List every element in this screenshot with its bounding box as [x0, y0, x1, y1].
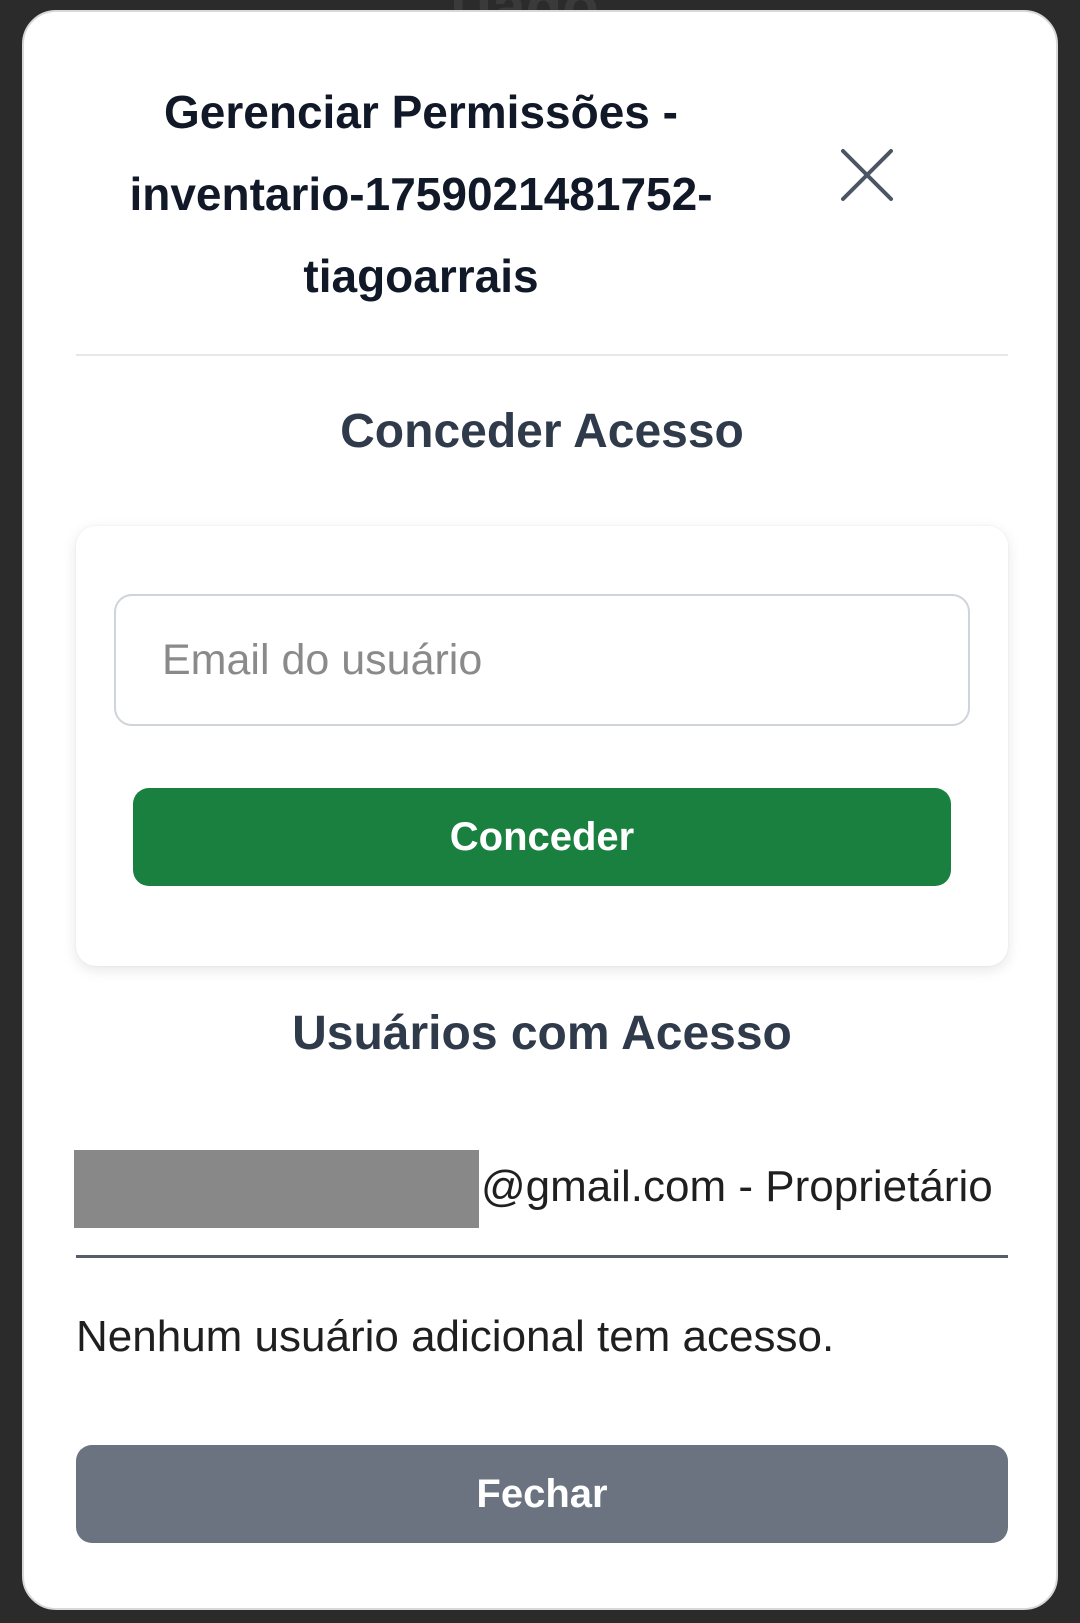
header-divider	[76, 354, 1008, 356]
permissions-modal: Gerenciar Permissões - inventario-175902…	[22, 10, 1058, 1610]
users-with-access-heading: Usuários com Acesso	[292, 1007, 792, 1060]
user-email-input[interactable]	[114, 594, 970, 726]
modal-header: Gerenciar Permissões - inventario-175902…	[76, 74, 766, 314]
owner-user-email: @gmail.com - Proprietário	[481, 1162, 993, 1211]
grant-access-card: Conceder	[76, 526, 1008, 966]
grant-access-heading: Conceder Acesso	[340, 405, 744, 458]
owner-user-row: @gmail.com - Proprietário	[74, 1150, 1008, 1258]
grant-button[interactable]: Conceder	[133, 788, 951, 886]
no-additional-users-message: Nenhum usuário adicional tem acesso.	[76, 1312, 835, 1361]
redacted-email-block	[74, 1150, 479, 1228]
close-icon[interactable]	[836, 144, 898, 206]
modal-title: Gerenciar Permissões - inventario-175902…	[129, 86, 713, 302]
close-button[interactable]: Fechar	[76, 1445, 1008, 1543]
